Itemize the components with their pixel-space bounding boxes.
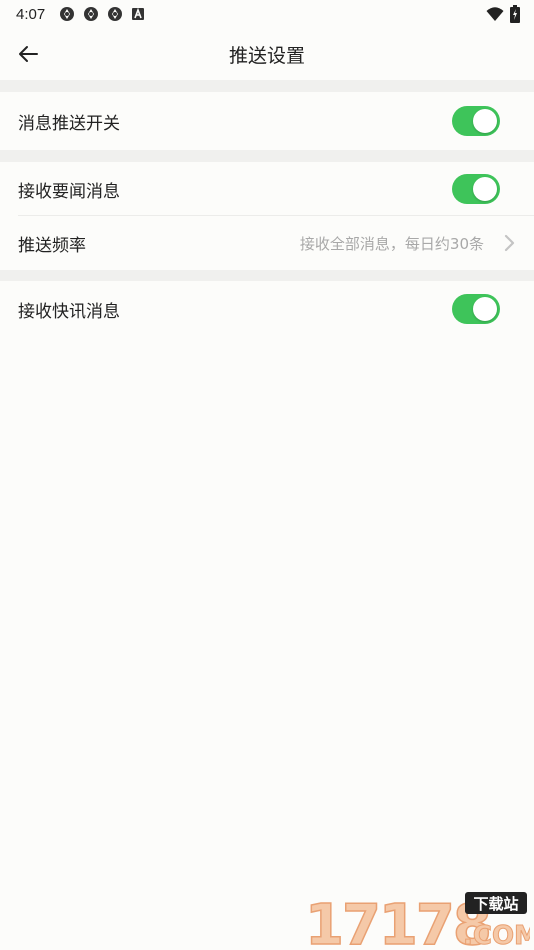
flash-news-label: 接收快讯消息 [18, 301, 120, 322]
push-frequency-value: 接收全部消息，每日约30条 [299, 234, 484, 253]
aperture-icon [60, 7, 75, 21]
toggle-knob [473, 177, 497, 201]
page-title: 推送设置 [228, 44, 305, 67]
wifi-icon [486, 7, 504, 21]
arrow-left-icon [19, 46, 38, 62]
chevron-right-icon [504, 234, 515, 252]
important-news-toggle[interactable] [452, 174, 500, 204]
status-time: 4:07 [16, 5, 46, 23]
watermark-tag: 下载站 [473, 895, 518, 913]
toggle-knob [473, 109, 497, 133]
section-divider [0, 270, 534, 281]
watermark-domain: .COM [463, 921, 530, 948]
notification-icons [59, 6, 145, 22]
battery-charging-icon [510, 5, 520, 23]
push-master-toggle[interactable] [452, 106, 500, 136]
flash-news-toggle[interactable] [452, 294, 500, 324]
status-bar: 4:07 [0, 0, 534, 28]
flash-news-row: 接收快讯消息 [0, 281, 534, 337]
back-button[interactable] [8, 34, 48, 74]
title-bar: 推送设置 [0, 28, 534, 80]
toggle-knob [473, 297, 497, 321]
aperture-icon [108, 7, 123, 21]
section-divider [0, 80, 534, 92]
push-master-label: 消息推送开关 [18, 113, 120, 134]
push-frequency-label: 推送频率 [18, 235, 86, 256]
important-news-row: 接收要闻消息 [0, 162, 534, 216]
aperture-icon [84, 7, 99, 21]
section-divider [0, 150, 534, 162]
important-news-label: 接收要闻消息 [18, 181, 120, 202]
a-badge-icon [132, 7, 145, 20]
push-master-row: 消息推送开关 [0, 92, 534, 150]
status-right-icons [486, 5, 520, 23]
push-frequency-row[interactable]: 推送频率 接收全部消息，每日约30条 [0, 216, 534, 270]
watermark-logo: 17178 下载站 .COM [305, 892, 530, 948]
